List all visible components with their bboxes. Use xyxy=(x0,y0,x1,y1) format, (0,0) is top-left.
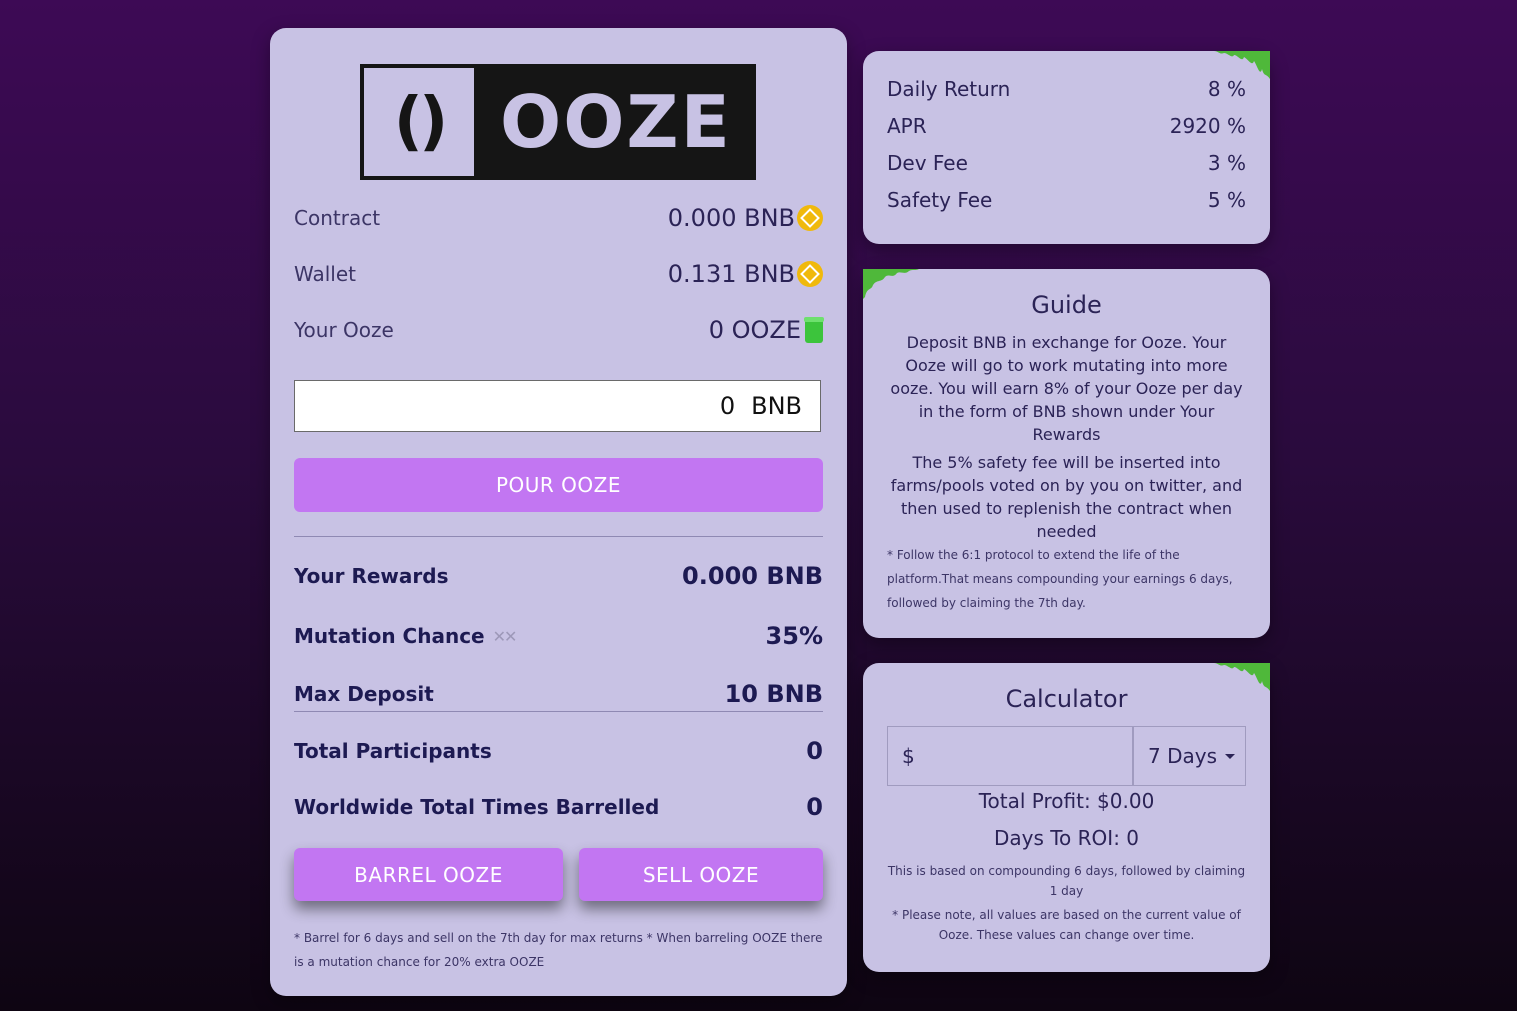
max-deposit-value: 10 BNB xyxy=(724,680,823,708)
guide-note: * Follow the 6:1 protocol to extend the … xyxy=(887,548,1233,610)
stat-label: APR xyxy=(887,114,927,138)
max-deposit-row: Max Deposit 10 BNB xyxy=(294,680,823,708)
guide-card: Guide Deposit BNB in exchange for Ooze. … xyxy=(863,269,1270,638)
max-deposit-label: Max Deposit xyxy=(294,682,434,706)
calculator-title: Calculator xyxy=(1005,685,1128,713)
rewards-value: 0.000 BNB xyxy=(682,562,823,590)
mutation-label: Mutation Chance xyxy=(294,624,485,648)
calculator-card: Calculator $ 7 Days Total Profit: $0.00 … xyxy=(863,663,1270,972)
your-ooze-row: Your Ooze 0 OOZE xyxy=(294,316,824,344)
stat-row: APR 2920 % xyxy=(887,114,1246,138)
calculator-note: This is based on compounding 6 days, fol… xyxy=(887,864,1246,898)
guide-title: Guide xyxy=(1031,291,1102,319)
stat-row: Dev Fee 3 % xyxy=(887,151,1246,175)
ooze-barrel-icon xyxy=(804,317,824,343)
stat-value: 8 % xyxy=(1207,77,1246,101)
usd-prefix: $ xyxy=(902,744,915,768)
stat-value: 5 % xyxy=(1207,188,1246,212)
barrelled-row: Worldwide Total Times Barrelled 0 xyxy=(294,793,823,821)
guide-paragraph: The 5% safety fee will be inserted into … xyxy=(890,453,1243,541)
divider xyxy=(294,536,823,537)
pour-ooze-button[interactable]: POUR OOZE xyxy=(294,458,823,512)
participants-label: Total Participants xyxy=(294,739,492,763)
wallet-row: Wallet 0.131 BNB xyxy=(294,260,823,288)
days-select[interactable]: 7 Days xyxy=(1133,726,1246,786)
rewards-label: Your Rewards xyxy=(294,564,449,588)
barrelled-value: 0 xyxy=(806,793,823,821)
usd-amount-input[interactable]: $ xyxy=(887,726,1133,786)
mutation-row: Mutation Chance ✕✕ 35% xyxy=(294,622,823,650)
your-ooze-value: 0 OOZE xyxy=(708,316,801,344)
guide-paragraph: Deposit BNB in exchange for Ooze. Your O… xyxy=(890,333,1243,444)
contract-value: 0.000 BNB xyxy=(667,204,795,232)
rewards-row: Your Rewards 0.000 BNB xyxy=(294,562,823,590)
bnb-icon xyxy=(797,261,823,287)
logo-parens: () xyxy=(393,85,449,159)
dna-icon: ✕✕ xyxy=(492,626,518,646)
participants-row: Total Participants 0 xyxy=(294,737,823,765)
stat-label: Safety Fee xyxy=(887,188,993,212)
main-card: () OOZE Contract 0.000 BNB Wallet 0.131 … xyxy=(270,28,847,996)
participants-value: 0 xyxy=(806,737,823,765)
mutation-value: 35% xyxy=(765,622,823,650)
days-to-roi: Days To ROI: 0 xyxy=(993,826,1140,850)
bnb-amount-input[interactable]: 0 BNB xyxy=(294,380,821,432)
stat-label: Daily Return xyxy=(887,77,1011,101)
wallet-label: Wallet xyxy=(294,262,357,286)
barrel-ooze-button[interactable]: BARREL OOZE xyxy=(294,848,563,901)
logo-text: OOZE xyxy=(500,80,732,164)
calculator-disclaimer: * Please note, all values are based on t… xyxy=(892,908,1241,942)
total-profit: Total Profit: $0.00 xyxy=(978,789,1155,813)
stat-value: 3 % xyxy=(1207,151,1246,175)
stat-label: Dev Fee xyxy=(887,151,968,175)
contract-label: Contract xyxy=(294,206,381,230)
wallet-value: 0.131 BNB xyxy=(667,260,795,288)
your-ooze-label: Your Ooze xyxy=(294,318,394,342)
days-select-value: 7 Days xyxy=(1148,744,1217,768)
stat-row: Safety Fee 5 % xyxy=(887,188,1246,212)
bnb-amount-value[interactable]: 0 xyxy=(720,392,735,420)
bnb-icon xyxy=(797,205,823,231)
contract-row: Contract 0.000 BNB xyxy=(294,204,823,232)
barrelled-label: Worldwide Total Times Barrelled xyxy=(294,795,660,819)
chevron-down-icon xyxy=(1225,753,1235,759)
stat-value: 2920 % xyxy=(1169,114,1246,138)
barrel-footnote: * Barrel for 6 days and sell on the 7th … xyxy=(294,931,823,969)
stat-row: Daily Return 8 % xyxy=(887,77,1246,101)
sell-ooze-button[interactable]: SELL OOZE xyxy=(579,848,823,901)
ooze-logo: () OOZE xyxy=(360,64,756,180)
stats-card: Daily Return 8 % APR 2920 % Dev Fee 3 % … xyxy=(863,51,1270,244)
divider xyxy=(294,711,823,712)
bnb-amount-unit: BNB xyxy=(751,392,802,420)
